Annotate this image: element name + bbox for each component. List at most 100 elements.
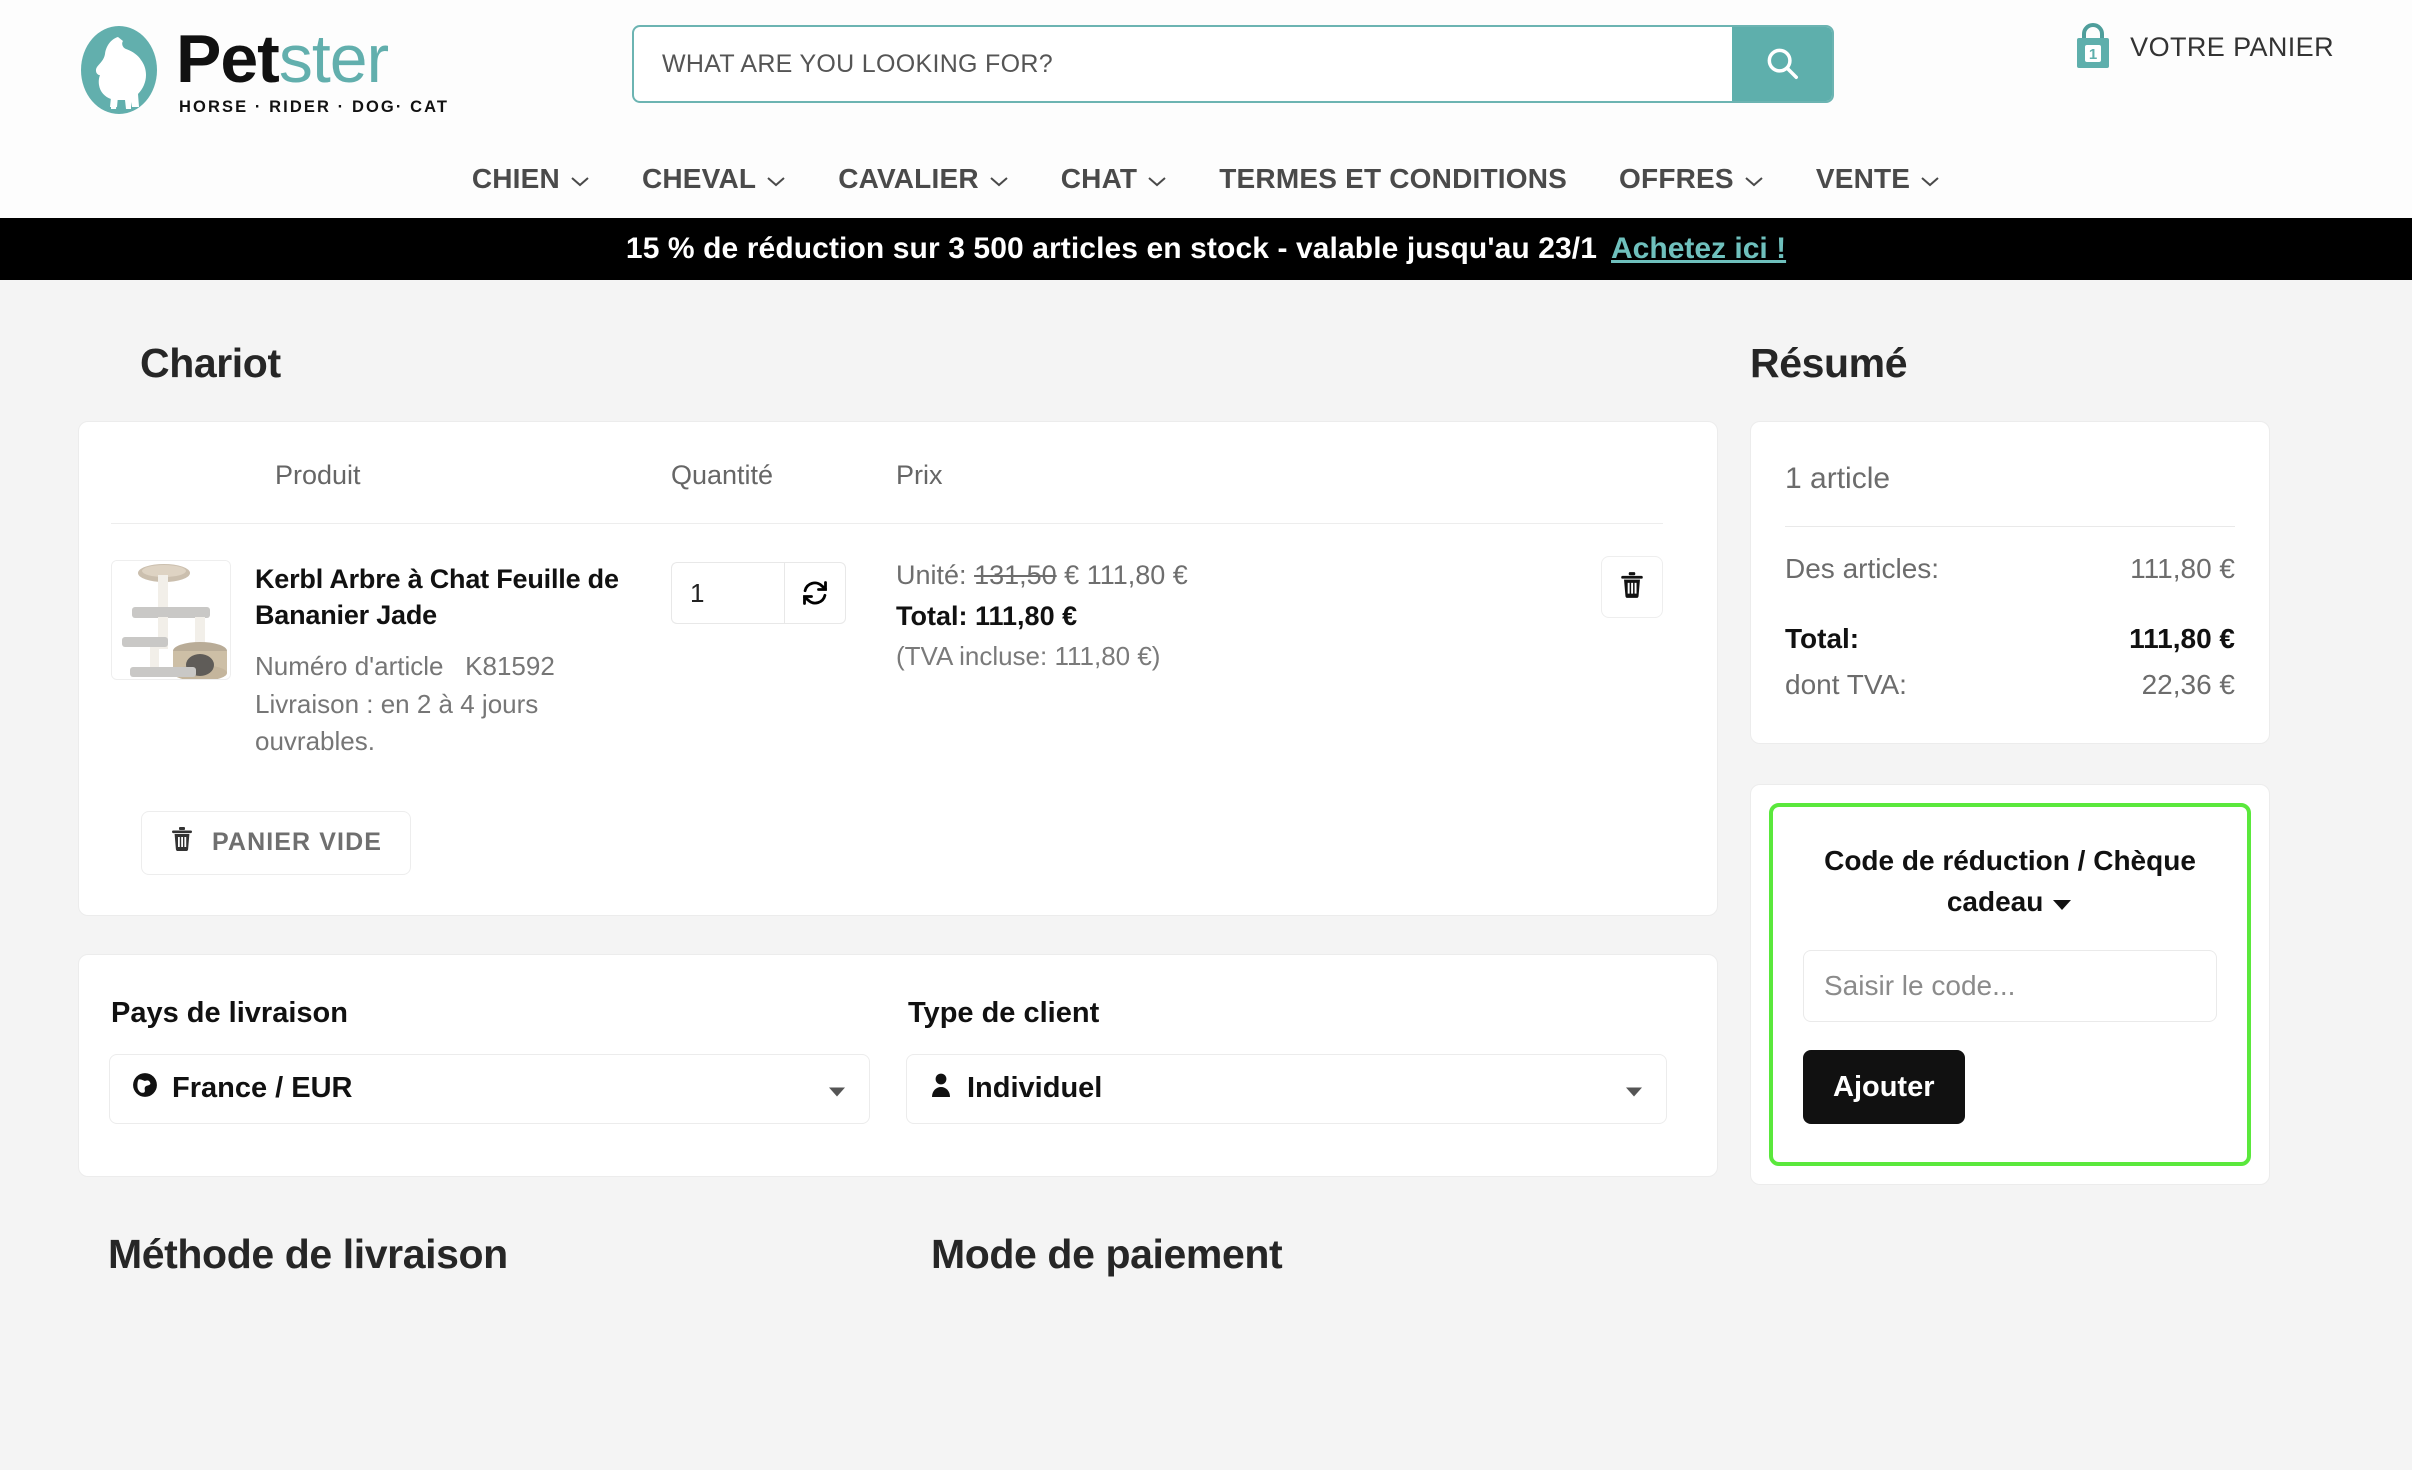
delete-item-button[interactable] (1601, 556, 1663, 618)
caret-down-icon (2051, 886, 2073, 917)
chevron-down-icon (1920, 163, 1940, 195)
globe-icon (132, 1072, 158, 1106)
search-input[interactable] (634, 27, 1732, 101)
discount-title-text: Code de réduction / Chèque cadeau (1824, 845, 2196, 917)
nav-label: CHAT (1060, 163, 1138, 194)
summary-row-total: Total: 111,80 € (1785, 623, 2235, 655)
unit-price-label: Unité: (896, 560, 967, 590)
chevron-down-icon (827, 1072, 847, 1105)
chevron-down-icon (989, 163, 1009, 195)
summary-value: 22,36 € (2141, 669, 2235, 700)
empty-cart-label: PANIER VIDE (212, 828, 382, 857)
bottom-sections: Méthode de livraison Mode de paiement (78, 1231, 1718, 1278)
shipping-country-field: Pays de livraison France / EUR (109, 997, 870, 1124)
summary-title: Résumé (1750, 340, 1908, 386)
product-name[interactable]: Kerbl Arbre à Chat Feuille de Bananier J… (255, 562, 640, 634)
product-thumbnail[interactable] (111, 560, 231, 680)
nav-label: CHEVAL (641, 163, 757, 194)
quantity-input[interactable] (671, 562, 784, 624)
chevron-down-icon (1624, 1072, 1644, 1105)
unit-price-new: 111,80 € (1086, 560, 1188, 590)
article-label: Numéro d'article (255, 650, 444, 681)
logo-word-pet: Pet (176, 20, 280, 97)
horse-dog-cat-circle-icon (78, 23, 160, 117)
cart-link[interactable]: 1 VOTRE PANIER (2072, 22, 2334, 72)
summary-item-count: 1 article (1785, 462, 1891, 495)
article-number: K81592 (465, 650, 555, 681)
payment-method-title: Mode de paiement (931, 1230, 1283, 1277)
site-logo[interactable]: Petster HORSE · RIDER · DOG· CAT (78, 23, 449, 117)
cart-link-label: VOTRE PANIER (2130, 31, 2334, 62)
shipping-method-title: Méthode de livraison (108, 1230, 508, 1277)
summary-column: Résumé 1 article Des articles: 111,80 € … (1750, 340, 2270, 1186)
chevron-down-icon (766, 163, 786, 195)
checkout-page: Petster HORSE · RIDER · DOG· CAT WHAT AR… (0, 0, 2412, 1470)
shipping-country-select[interactable]: France / EUR (109, 1053, 870, 1124)
chevron-down-icon (1744, 163, 1764, 195)
line-vat-note: (TVA incluse: 111,80 €) (896, 641, 1161, 671)
summary-value: 111,80 € (2130, 553, 2235, 584)
search-icon (1763, 44, 1801, 85)
refresh-icon[interactable] (784, 562, 846, 624)
promo-banner: 15 % de réduction sur 3 500 articles en … (0, 218, 2412, 280)
discount-code-input[interactable] (1803, 950, 2217, 1023)
person-icon (929, 1072, 953, 1106)
shipping-country-value: France / EUR (172, 1072, 353, 1105)
promo-text: 15 % de réduction sur 3 500 articles en … (625, 232, 1598, 265)
nav-label: CAVALIER (838, 163, 979, 194)
discount-box-highlighted: Code de réduction / Chèque cadeau Ajoute… (1769, 803, 2251, 1167)
nav-item-offres[interactable]: OFFRES (1593, 163, 1790, 195)
summary-row-articles: Des articles: 111,80 € (1785, 553, 2235, 585)
product-article: Numéro d'article K81592 (255, 648, 645, 686)
logo-word-ster: ster (278, 20, 389, 97)
nav-item-termes-et-conditions[interactable]: TERMES ET CONDITIONS (1193, 163, 1593, 195)
nav-item-cheval[interactable]: CHEVAL (616, 163, 812, 195)
table-row: Kerbl Arbre à Chat Feuille de Bananier J… (111, 524, 1663, 761)
summary-card: 1 article Des articles: 111,80 € Total: … (1750, 421, 2270, 744)
logo-tagline: HORSE · RIDER · DOG· CAT (179, 97, 450, 116)
nav-label: OFFRES (1619, 163, 1734, 194)
nav-label: CHIEN (471, 163, 560, 194)
unit-price: Unité: 131,50 € 111,80 € (896, 560, 1663, 591)
price-cell: Unité: 131,50 € 111,80 € Total: 111,80 €… (896, 556, 1663, 761)
line-total: Total: 111,80 € (896, 601, 1078, 631)
main-content: Chariot Produit Quantité Prix Kerbl Arbr… (0, 280, 2412, 1278)
column-header-product: Produit (275, 460, 361, 490)
main-navigation: CHIEN CHEVAL CAVALIER CHAT TERMES ET CON… (0, 140, 2412, 218)
product-info: Kerbl Arbre à Chat Feuille de Bananier J… (255, 560, 645, 761)
cart-table-header: Produit Quantité Prix (111, 460, 1663, 524)
summary-label: dont TVA: (1785, 669, 1907, 700)
nav-item-vente[interactable]: VENTE (1790, 163, 1966, 195)
page-title: Chariot (140, 340, 281, 386)
nav-item-chien[interactable]: CHIEN (446, 163, 616, 195)
cart-column: Chariot Produit Quantité Prix Kerbl Arbr… (78, 340, 1718, 1278)
product-delivery: Livraison : en 2 à 4 jours ouvrables. (255, 688, 539, 757)
site-header: Petster HORSE · RIDER · DOG· CAT WHAT AR… (0, 0, 2412, 140)
discount-toggle[interactable]: Code de réduction / Chèque cadeau (1803, 841, 2217, 922)
nav-label: VENTE (1815, 163, 1911, 194)
column-header-price: Prix (896, 460, 943, 490)
product-cell: Kerbl Arbre à Chat Feuille de Bananier J… (111, 560, 671, 761)
quantity-cell (671, 560, 896, 761)
chevron-down-icon (1147, 163, 1167, 195)
nav-label: TERMES ET CONDITIONS (1219, 163, 1568, 194)
discount-card: Code de réduction / Chèque cadeau Ajoute… (1750, 784, 2270, 1186)
customer-type-select[interactable]: Individuel (906, 1053, 1667, 1124)
customer-type-value: Individuel (967, 1072, 1103, 1105)
nav-item-cavalier[interactable]: CAVALIER (812, 163, 1035, 195)
column-header-quantity: Quantité (671, 460, 774, 490)
quantity-stepper[interactable] (671, 562, 846, 624)
shipping-country-label: Pays de livraison (111, 996, 348, 1029)
options-card: Pays de livraison France / EUR Type de c… (78, 953, 1718, 1177)
promo-link[interactable]: Achetez ici ! (1611, 232, 1786, 266)
cart-card: Produit Quantité Prix Kerbl Arbre à Chat… (78, 421, 1718, 916)
add-discount-button[interactable]: Ajouter (1803, 1050, 1965, 1125)
summary-label: Des articles: (1785, 553, 1940, 584)
nav-item-chat[interactable]: CHAT (1035, 163, 1194, 195)
search-button[interactable] (1732, 27, 1832, 101)
unit-price-old: 131,50 (974, 560, 1057, 590)
trash-icon (1619, 571, 1645, 604)
empty-cart-button[interactable]: PANIER VIDE (141, 810, 411, 875)
summary-label: Total: (1785, 623, 1860, 654)
search-bar[interactable] (632, 25, 1834, 103)
